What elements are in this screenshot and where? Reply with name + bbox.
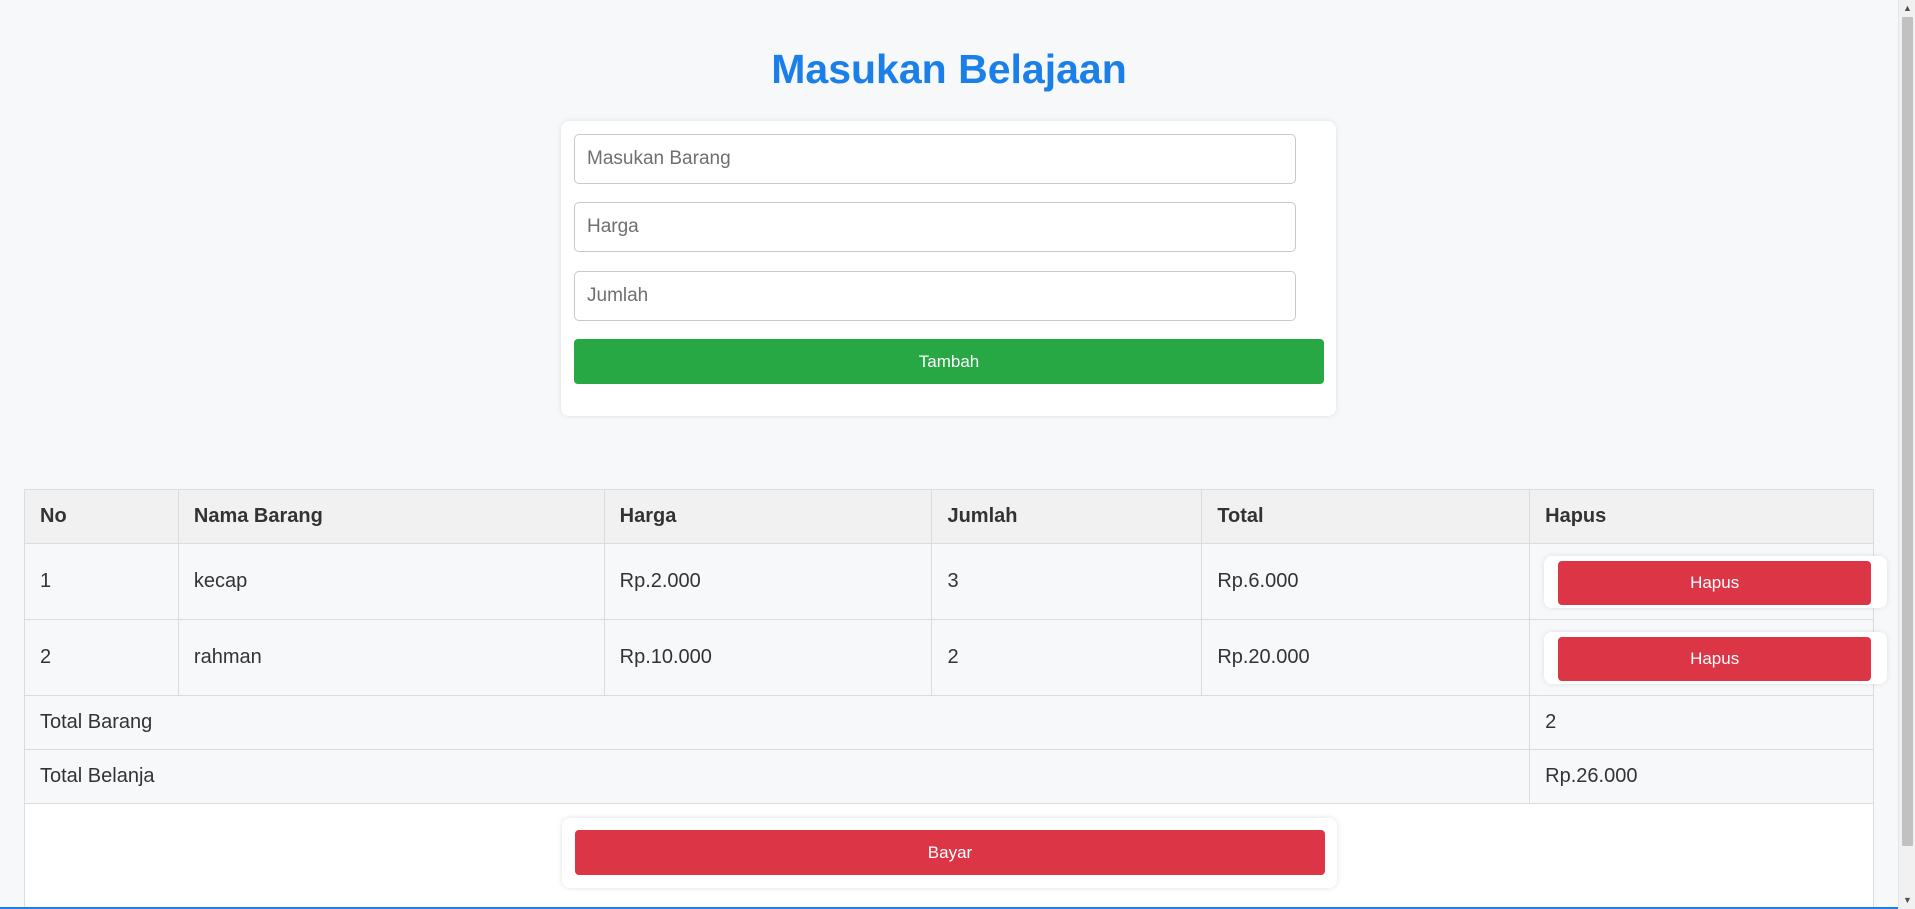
quantity-input[interactable] — [574, 271, 1296, 321]
table-header-row: No Nama Barang Harga Jumlah Total Hapus — [24, 489, 1874, 544]
header-no: No — [24, 489, 179, 544]
total-items-row: Total Barang 2 — [23, 695, 1874, 750]
cell-price: Rp.10.000 — [603, 619, 933, 696]
table-row: 1 kecap Rp.2.000 3 Rp.6.000 Hapus — [24, 543, 1888, 620]
total-items-value: 2 — [1529, 695, 1874, 750]
pay-cell: Bayar — [24, 803, 1874, 909]
cell-no: 2 — [24, 619, 179, 696]
scroll-up-arrow-icon[interactable]: ▲ — [1899, 0, 1915, 17]
cell-delete: Hapus — [1529, 619, 1888, 696]
header-quantity: Jumlah — [931, 489, 1203, 544]
page-title: Masukan Belajaan — [771, 46, 1127, 92]
cell-item-name: rahman — [177, 619, 605, 696]
pay-row: Bayar — [24, 803, 1874, 909]
page-viewport: Masukan Belajaan Tambah No Nama Barang H… — [0, 0, 1898, 909]
scrollbar-thumb[interactable] — [1902, 17, 1913, 846]
total-items-label: Total Barang — [23, 695, 1531, 750]
header-total: Total — [1201, 489, 1531, 544]
vertical-scrollbar[interactable]: ▲ ▼ — [1898, 0, 1915, 909]
shopping-table: No Nama Barang Harga Jumlah Total Hapus … — [23, 489, 1888, 909]
pay-card: Bayar — [562, 818, 1337, 888]
header-delete: Hapus — [1529, 489, 1874, 544]
delete-button[interactable]: Hapus — [1558, 637, 1872, 681]
total-spend-value: Rp.26.000 — [1529, 749, 1874, 804]
cell-no: 1 — [24, 543, 179, 620]
header-price: Harga — [603, 489, 933, 544]
item-name-input[interactable] — [574, 134, 1296, 184]
add-item-form: Tambah — [561, 121, 1336, 416]
cell-delete: Hapus — [1529, 543, 1888, 620]
total-spend-row: Total Belanja Rp.26.000 — [23, 749, 1874, 804]
header-item-name: Nama Barang — [177, 489, 605, 544]
scroll-down-arrow-icon[interactable]: ▼ — [1899, 892, 1915, 909]
cell-total: Rp.6.000 — [1201, 543, 1531, 620]
delete-button-holder: Hapus — [1544, 556, 1888, 608]
cell-quantity: 2 — [931, 619, 1203, 696]
cell-quantity: 3 — [931, 543, 1203, 620]
shopping-table-container: No Nama Barang Harga Jumlah Total Hapus … — [23, 489, 1888, 909]
pay-button[interactable]: Bayar — [575, 830, 1325, 875]
cell-item-name: kecap — [177, 543, 605, 620]
cell-price: Rp.2.000 — [603, 543, 933, 620]
delete-button[interactable]: Hapus — [1558, 561, 1872, 605]
price-input[interactable] — [574, 202, 1296, 252]
cell-total: Rp.20.000 — [1201, 619, 1531, 696]
add-button[interactable]: Tambah — [574, 339, 1324, 384]
delete-button-holder: Hapus — [1544, 632, 1888, 684]
total-spend-label: Total Belanja — [23, 749, 1531, 804]
table-row: 2 rahman Rp.10.000 2 Rp.20.000 Hapus — [24, 619, 1888, 696]
